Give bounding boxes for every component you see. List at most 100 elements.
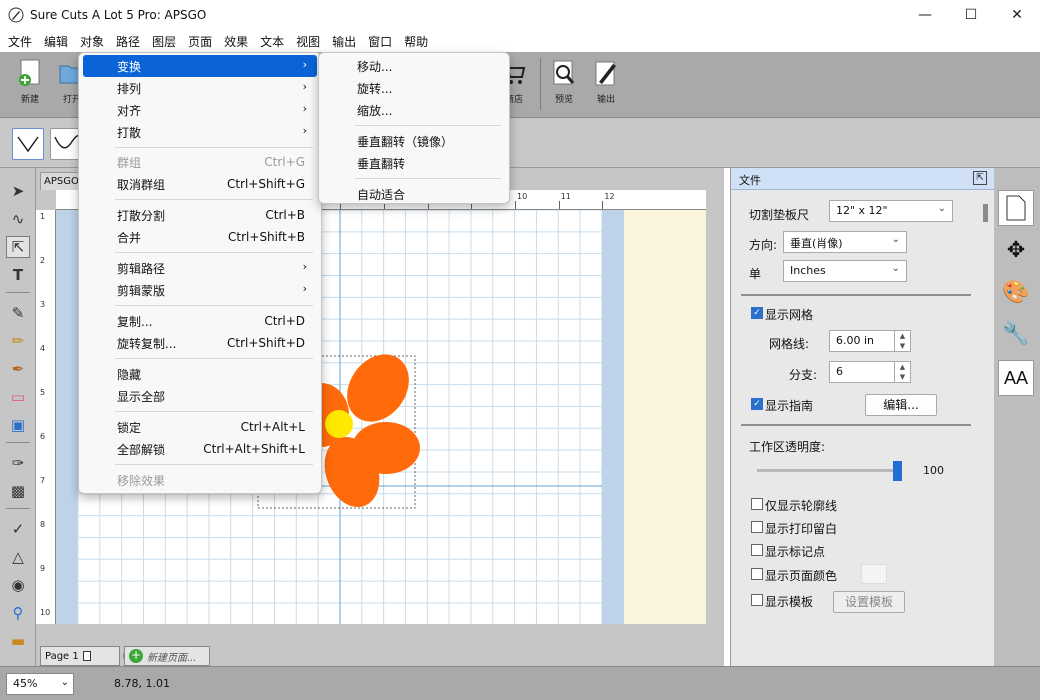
eraser-tool-icon[interactable]: ▭ (6, 386, 30, 408)
menu-item-show-all[interactable]: 显示全部 (83, 385, 317, 407)
unit-select[interactable]: Inches ⌄ (783, 260, 907, 282)
submenu-item-move[interactable]: 移动... (323, 55, 505, 77)
close-button[interactable]: ✕ (994, 0, 1040, 30)
print-margin-label: 显示打印留白 (765, 522, 838, 536)
select-tool-icon[interactable]: ➤ (6, 180, 30, 202)
pen-tool-icon[interactable]: ✎ (6, 302, 30, 324)
menu-item-arrange[interactable]: 排列 › (83, 77, 317, 99)
lasso-tool-icon[interactable]: ∿ (6, 208, 30, 230)
move-icon[interactable]: ✥ (998, 232, 1034, 268)
document-panel-icon[interactable] (998, 190, 1034, 226)
menu-item-clip-mask[interactable]: 剪辑蒙版 › (83, 279, 317, 301)
popout-icon[interactable]: ⇱ (973, 171, 987, 185)
menu-item-duplicate[interactable]: 复制... Ctrl+D (83, 310, 317, 332)
outline-only-checkbox[interactable] (751, 498, 763, 510)
menu-output[interactable]: 输出 (328, 33, 360, 50)
menu-window[interactable]: 窗口 (364, 33, 396, 50)
divider (741, 294, 971, 296)
page-color-swatch[interactable] (861, 564, 887, 584)
text-panel-icon[interactable]: AA (998, 360, 1034, 396)
page-tabs: Page 1 ✕ + 新建页面... (40, 644, 710, 666)
menu-path[interactable]: 路径 (112, 33, 144, 50)
ruler-tool-icon[interactable]: ▬ (6, 630, 30, 652)
new-label: 新建 (20, 95, 39, 105)
spinner-icon[interactable]: ▲ ▼ (894, 331, 910, 351)
ruler-tick-label: 4 (40, 344, 46, 353)
menu-item-ungroup[interactable]: 取消群组 Ctrl+Shift+G (83, 173, 317, 195)
menu-item-clip-path[interactable]: 剪辑路径 › (83, 257, 317, 279)
weld-tool-icon[interactable]: △ (6, 546, 30, 568)
menu-separator (355, 125, 501, 126)
grid-size-input[interactable]: 6.00 in ▲ ▼ (829, 330, 911, 352)
page-tab[interactable]: Page 1 ✕ (40, 646, 137, 666)
submenu-item-flip-mirror[interactable]: 垂直翻转（镜像） (323, 130, 505, 152)
registration-marks-checkbox[interactable] (751, 544, 763, 556)
menu-item-label: 移除效果 (117, 473, 166, 488)
submenu-item-auto-fit[interactable]: 自动适合 (323, 183, 505, 205)
show-guides-checkbox[interactable]: ✓ (751, 398, 763, 410)
document-tab[interactable]: APSGO (40, 172, 80, 190)
new-document-icon (19, 59, 40, 86)
menu-object[interactable]: 对象 (76, 33, 108, 50)
opacity-slider[interactable] (757, 461, 902, 481)
submenu-item-rotate[interactable]: 旋转... (323, 77, 505, 99)
preview-button[interactable]: 预览 (544, 58, 584, 112)
menu-effects[interactable]: 效果 (220, 33, 252, 50)
panel-scrollbar[interactable] (983, 204, 988, 222)
show-template-checkbox[interactable] (751, 594, 763, 606)
orientation-select[interactable]: 垂直(肖像) ⌄ (783, 231, 907, 253)
menu-separator (115, 358, 313, 359)
menu-page[interactable]: 页面 (184, 33, 216, 50)
menu-layer[interactable]: 图层 (148, 33, 180, 50)
slider-thumb[interactable] (893, 461, 902, 481)
contour-tool-icon[interactable]: ◉ (6, 574, 30, 596)
corner-node-button[interactable] (12, 128, 44, 160)
page-color-checkbox[interactable] (751, 568, 763, 580)
menu-item-align[interactable]: 对齐 › (83, 99, 317, 121)
menu-item-unlock-all[interactable]: 全部解锁 Ctrl+Alt+Shift+L (83, 438, 317, 460)
maximize-button[interactable]: ☐ (948, 0, 994, 30)
pencil-tool-icon[interactable]: ✏ (6, 330, 30, 352)
ruler-tick-label: 10 (40, 608, 51, 617)
menu-item-lock[interactable]: 锁定 Ctrl+Alt+L (83, 416, 317, 438)
menu-item-transform[interactable]: 变换 › (83, 55, 317, 77)
node-edit-tool-icon[interactable]: ⇱ (6, 236, 30, 258)
spinner-icon[interactable]: ▲ ▼ (894, 362, 910, 382)
minimize-button[interactable]: — (902, 0, 948, 30)
menu-edit[interactable]: 编辑 (40, 33, 72, 50)
set-template-button[interactable]: 设置模板 (833, 591, 905, 613)
menu-text[interactable]: 文本 (256, 33, 288, 50)
divisions-value: 6 (836, 365, 843, 378)
wrench-icon[interactable]: 🔧 (998, 316, 1034, 352)
mat-size-select[interactable]: 12" x 12" ⌄ (829, 200, 953, 222)
brush-tool-icon[interactable]: ✒ (6, 358, 30, 380)
submenu-item-scale[interactable]: 缩放... (323, 99, 505, 121)
ruler-tick-label: 11 (560, 192, 571, 201)
zoom-select[interactable]: 45% ⌄ (6, 673, 74, 695)
menu-view[interactable]: 视图 (292, 33, 324, 50)
text-tool-icon[interactable]: T (6, 264, 30, 286)
new-button[interactable]: 新建 (10, 58, 50, 112)
output-button[interactable]: 输出 (586, 58, 626, 112)
new-page-tab[interactable]: + 新建页面... (124, 646, 210, 666)
shape-tool-icon[interactable]: ▣ (6, 414, 30, 436)
menu-item-rotate-duplicate[interactable]: 旋转复制... Ctrl+Shift+D (83, 332, 317, 354)
menu-item-combine[interactable]: 合并 Ctrl+Shift+B (83, 226, 317, 248)
divisions-input[interactable]: 6 ▲ ▼ (829, 361, 911, 383)
eyedropper-tool-icon[interactable]: ✑ (6, 452, 30, 474)
menu-item-split[interactable]: 打散分割 Ctrl+B (83, 204, 317, 226)
ruler-tick-label: 5 (40, 388, 46, 397)
knife-tool-icon[interactable]: ✓ (6, 518, 30, 540)
menu-file[interactable]: 文件 (4, 33, 36, 50)
divider (741, 424, 971, 426)
show-grid-checkbox[interactable]: ✓ (751, 307, 763, 319)
print-margin-checkbox[interactable] (751, 521, 763, 533)
submenu-item-flip-vertical[interactable]: 垂直翻转 (323, 152, 505, 174)
menu-help[interactable]: 帮助 (400, 33, 432, 50)
zoom-tool-icon[interactable]: ⚲ (6, 602, 30, 624)
edit-guides-button[interactable]: 编辑... (865, 394, 937, 416)
menu-item-break-apart[interactable]: 打散 › (83, 121, 317, 143)
palette-icon[interactable]: 🎨 (998, 274, 1034, 310)
gradient-tool-icon[interactable]: ▩ (6, 480, 30, 502)
menu-item-hide[interactable]: 隐藏 (83, 363, 317, 385)
